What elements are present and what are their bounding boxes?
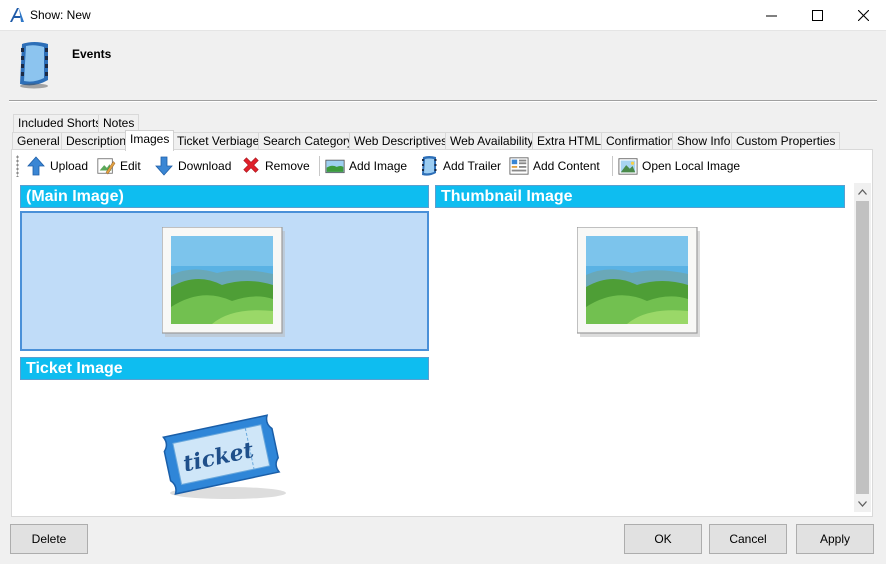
remove-button[interactable]: Remove (241, 153, 310, 179)
title-bar: Show: New (0, 0, 886, 31)
open-local-image-label: Open Local Image (642, 159, 741, 173)
add-image-icon (325, 159, 345, 174)
toolbar-separator (612, 156, 613, 176)
ticket-image-slot[interactable]: ticket (20, 383, 429, 508)
toolbar-separator (319, 156, 320, 176)
thumbnail-image-placeholder-icon (577, 227, 700, 337)
header-separator (9, 100, 877, 102)
close-button[interactable] (840, 0, 886, 31)
edit-image-icon (97, 158, 116, 175)
maximize-button[interactable] (794, 0, 840, 31)
remove-x-icon (243, 157, 259, 173)
gallery-scrollbar[interactable] (854, 183, 871, 512)
apply-button[interactable]: Apply (796, 524, 874, 554)
ticket-image-header: Ticket Image (20, 357, 429, 380)
ticket-image-icon: ticket (162, 414, 286, 499)
scroll-up-button[interactable] (854, 183, 871, 200)
tab-images[interactable]: Images (125, 130, 175, 151)
add-content-button[interactable]: Add Content (509, 153, 600, 179)
upload-arrow-icon (27, 156, 45, 176)
main-image-placeholder-icon (162, 227, 285, 337)
download-arrow-icon (155, 156, 173, 176)
scroll-down-button[interactable] (854, 495, 871, 512)
main-image-slot[interactable] (20, 211, 429, 351)
close-icon (857, 10, 869, 21)
thumbnail-image-slot[interactable] (435, 211, 845, 351)
chevron-up-icon (858, 188, 867, 195)
add-trailer-button[interactable]: Add Trailer (419, 153, 501, 179)
delete-button[interactable]: Delete (10, 524, 88, 554)
edit-button[interactable]: Edit (96, 153, 141, 179)
main-image-header: (Main Image) (20, 185, 429, 208)
image-gallery: (Main Image) Thumbnail Image Ticket Imag… (18, 183, 854, 512)
tab-included-shorts[interactable]: Included Shorts (13, 114, 107, 133)
cancel-button[interactable]: Cancel (709, 524, 787, 554)
add-image-button[interactable]: Add Image (325, 153, 407, 179)
image-toolbar: Upload Edit Download Remove Add Image Ad… (16, 153, 866, 179)
header-title: Events (72, 47, 112, 61)
download-label: Download (178, 159, 232, 173)
maximize-icon (811, 10, 823, 21)
add-trailer-label: Add Trailer (443, 159, 502, 173)
chevron-down-icon (858, 500, 867, 507)
scrollbar-thumb[interactable] (856, 201, 869, 494)
upload-button[interactable]: Upload (26, 153, 88, 179)
add-content-label: Add Content (533, 159, 600, 173)
add-content-icon (509, 157, 529, 175)
add-trailer-film-icon (422, 156, 437, 176)
upload-label: Upload (50, 159, 89, 173)
app-logo-icon (10, 8, 24, 22)
minimize-icon (765, 15, 777, 17)
toolbar-grip[interactable] (16, 155, 19, 177)
open-local-image-button[interactable]: Open Local Image (618, 153, 740, 179)
minimize-button[interactable] (748, 0, 794, 31)
ok-button[interactable]: OK (624, 524, 702, 554)
open-local-image-icon (618, 158, 638, 175)
window-title: Show: New (30, 8, 91, 22)
thumbnail-image-header: Thumbnail Image (435, 185, 845, 208)
add-image-label: Add Image (349, 159, 408, 173)
download-button[interactable]: Download (154, 153, 231, 179)
film-reel-icon (20, 42, 48, 89)
edit-label: Edit (120, 159, 141, 173)
remove-label: Remove (265, 159, 310, 173)
